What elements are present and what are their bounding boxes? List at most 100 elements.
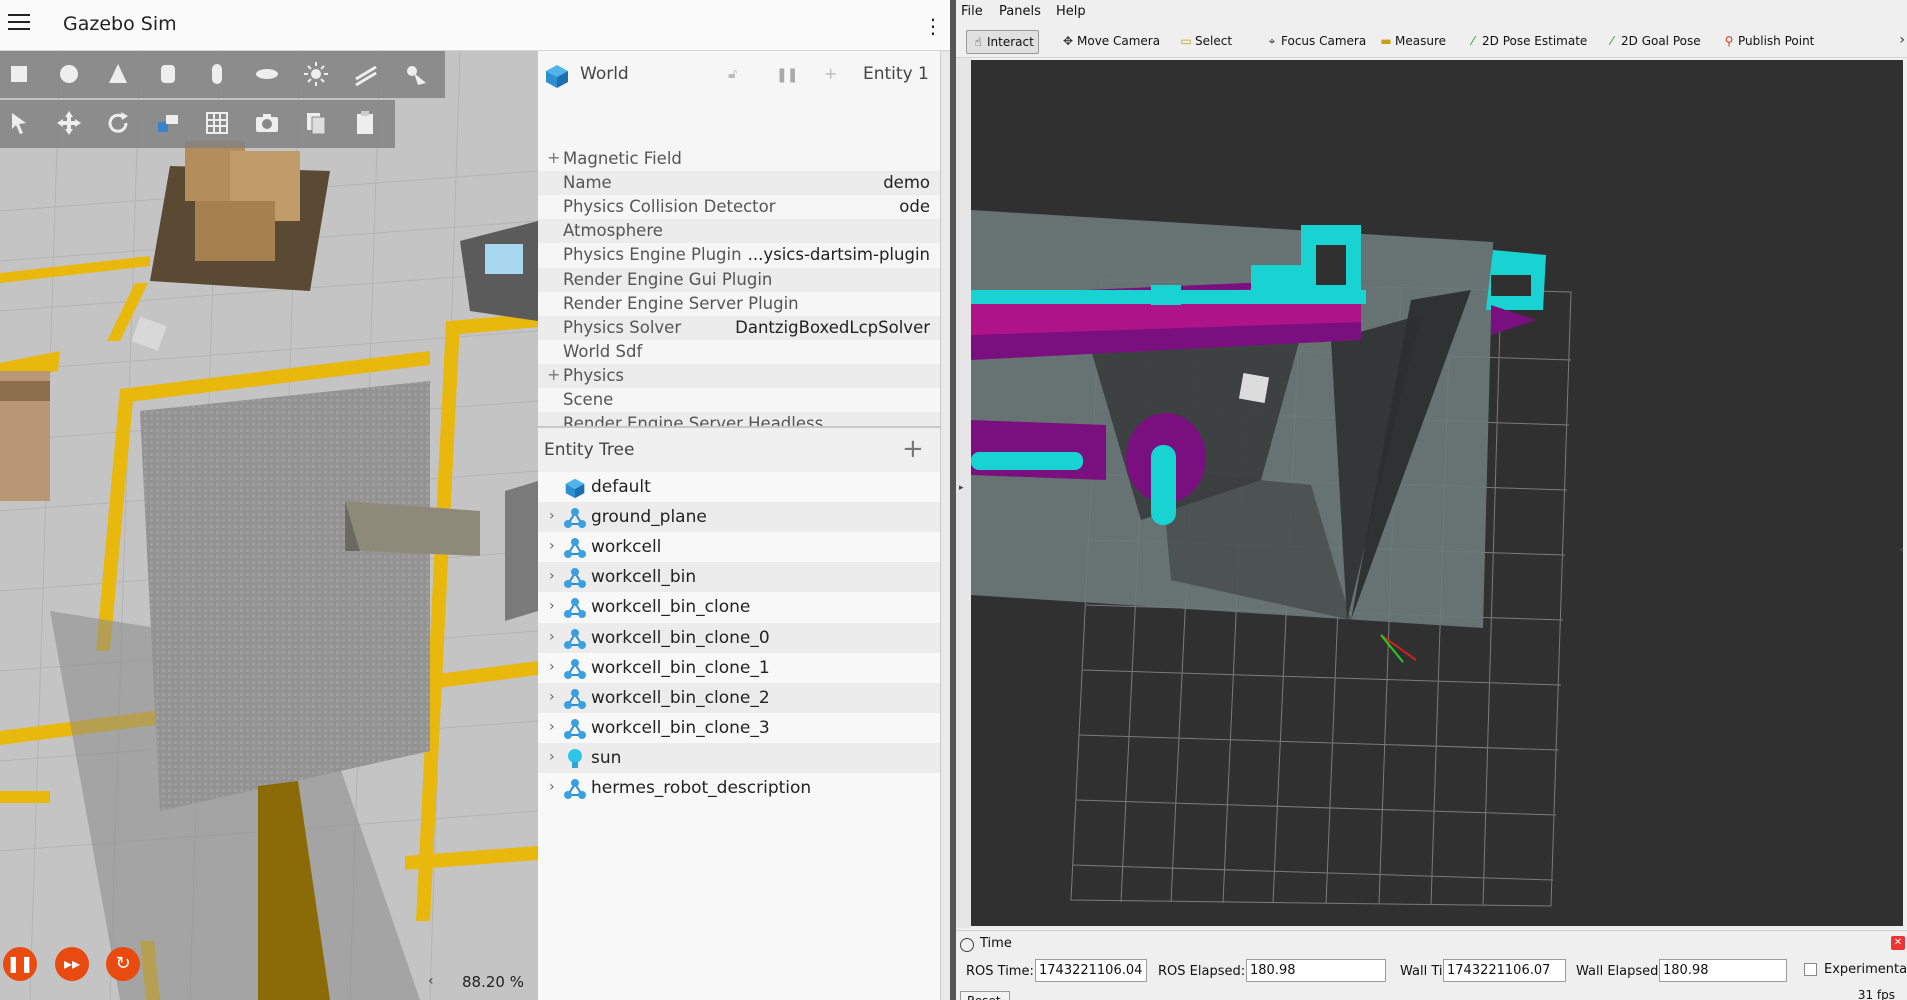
tool-focus-camera[interactable]: ⌖ Focus Camera xyxy=(1261,30,1370,54)
inspector-row: Render Engine Gui Plugin xyxy=(538,267,940,292)
box-icon[interactable] xyxy=(4,59,34,89)
spot-light-icon[interactable] xyxy=(400,59,430,89)
expand-right-icon[interactable]: ◂ xyxy=(1898,545,1903,555)
hamburger-menu-icon[interactable] xyxy=(8,14,30,34)
chevron-right-icon[interactable]: › xyxy=(549,538,555,554)
rviz-3d-view[interactable]: ◂ xyxy=(971,60,1903,926)
tool-measure[interactable]: ▬ Measure xyxy=(1375,30,1450,54)
component-key: Physics Solver xyxy=(563,317,682,337)
pause-button[interactable]: ❚❚ xyxy=(3,947,37,981)
rotate-icon[interactable] xyxy=(103,108,133,138)
time-panel-title: Time xyxy=(980,936,1012,951)
menu-file[interactable]: File xyxy=(961,4,983,19)
ros-time-label: ROS Time: xyxy=(966,964,1034,979)
tool-2d-pose-estimate[interactable]: ⁄ 2D Pose Estimate xyxy=(1462,30,1591,54)
entity-tree-item[interactable]: › workcell_bin_clone_3 xyxy=(538,713,940,743)
component-key: World Sdf xyxy=(563,341,643,361)
map-pin-icon: ⚲ xyxy=(1724,34,1734,48)
tool-2d-goal-pose[interactable]: ⁄ 2D Goal Pose xyxy=(1601,30,1705,54)
entity-tree-item[interactable]: › workcell_bin_clone xyxy=(538,592,940,622)
expand-left-icon[interactable]: ▸ xyxy=(959,483,964,493)
inspector-row: Physics Collision Detector ode xyxy=(538,195,940,219)
model-icon xyxy=(564,718,586,740)
add-entity-icon[interactable]: + xyxy=(902,434,924,464)
focus-camera-icon: ⌖ xyxy=(1268,34,1276,48)
inspector-row: Physics Engine Plugin ...ysics-dartsim-pl… xyxy=(538,243,940,267)
entity-tree-item[interactable]: › workcell_bin xyxy=(538,562,940,593)
tool-label: 2D Goal Pose xyxy=(1621,34,1701,48)
chevron-right-icon[interactable]: › xyxy=(549,689,555,705)
expand-icon[interactable]: + xyxy=(547,148,560,167)
chevron-right-icon[interactable]: › xyxy=(549,568,555,584)
screenshot-camera-icon[interactable] xyxy=(252,108,282,138)
select-box-icon: ▭ xyxy=(1180,34,1192,48)
reset-simulation-button[interactable]: ↻ xyxy=(106,947,140,981)
component-key: Name xyxy=(563,173,612,193)
sphere-icon[interactable] xyxy=(54,59,84,89)
tool-bar: ☝ Interact ✥ Move Camera ▭ Select ⌖ Focus Camer… xyxy=(956,24,1907,58)
pause-updates-icon[interactable]: ❚❚ xyxy=(776,67,798,85)
tool-move-camera[interactable]: ✥ Move Camera xyxy=(1057,30,1164,54)
entity-tree-item[interactable]: › hermes_robot_description xyxy=(538,773,940,803)
chevron-right-icon[interactable]: › xyxy=(549,659,555,675)
entity-tree-item[interactable]: › workcell xyxy=(538,532,940,562)
entity-tree-item[interactable]: › workcell_bin_clone_0 xyxy=(538,622,940,653)
gazebo-window: Gazebo Sim ⋮ ‹ 88.20 % ❚❚ ▸▸ ↻ World 🔓︎ … xyxy=(0,0,950,1000)
time-panel: Time ✕ ROS Time: ROS Elapsed: Wall Time:… xyxy=(956,930,1907,1000)
translate-icon[interactable] xyxy=(54,108,84,138)
entity-label: workcell_bin xyxy=(591,567,697,588)
chevron-right-icon[interactable]: › xyxy=(549,629,555,645)
wall-time-field[interactable] xyxy=(1443,959,1566,982)
cone-icon[interactable] xyxy=(103,59,133,89)
capsule-icon[interactable] xyxy=(202,59,232,89)
tool-label: Publish Point xyxy=(1738,34,1815,48)
component-key: Physics Engine Plugin xyxy=(563,245,742,265)
3d-scene-view[interactable]: ‹ 88.20 % ❚❚ ▸▸ ↻ xyxy=(0,51,538,1000)
tool-select[interactable]: ▭ Select xyxy=(1175,30,1236,54)
entity-tree-item[interactable]: › ground_plane xyxy=(538,502,940,533)
kebab-menu-icon[interactable]: ⋮ xyxy=(923,14,943,38)
entity-tree-item[interactable]: default xyxy=(538,472,940,502)
component-value: demo xyxy=(883,173,930,193)
ros-time-field[interactable] xyxy=(1035,959,1147,982)
model-icon xyxy=(564,778,586,800)
reset-button[interactable]: Reset xyxy=(960,991,1010,1000)
entity-tree-item[interactable]: › sun xyxy=(538,742,940,773)
expand-icon[interactable]: + xyxy=(547,365,560,384)
lock-icon[interactable]: 🔓︎ xyxy=(728,66,746,84)
inspector-row[interactable]: + Physics xyxy=(538,363,940,388)
move-camera-icon: ✥ xyxy=(1062,34,1074,48)
step-forward-button[interactable]: ▸▸ xyxy=(55,947,89,981)
scale-icon[interactable] xyxy=(153,108,183,138)
menu-help[interactable]: Help xyxy=(1056,4,1086,19)
chevron-right-icon[interactable]: › xyxy=(549,749,555,765)
sun-light-icon[interactable] xyxy=(301,59,331,89)
ros-elapsed-field[interactable] xyxy=(1246,959,1386,982)
inspector-header: World 🔓︎ ❚❚ + Entity 1 xyxy=(538,51,940,99)
add-component-icon[interactable]: + xyxy=(824,64,840,83)
grid-snap-icon[interactable] xyxy=(202,108,232,138)
entity-tree-item[interactable]: › workcell_bin_clone_1 xyxy=(538,653,940,683)
select-arrow-icon[interactable] xyxy=(4,108,34,138)
entity-label: default xyxy=(591,477,651,497)
paste-icon[interactable] xyxy=(351,108,381,138)
cylinder-icon[interactable] xyxy=(153,59,183,89)
chevron-right-icon[interactable]: › xyxy=(549,598,555,614)
directional-light-icon[interactable] xyxy=(351,59,381,89)
inspector-row[interactable]: + Magnetic Field xyxy=(538,147,940,171)
tool-interact[interactable]: ☝ Interact xyxy=(966,30,1039,54)
chevron-right-icon[interactable]: › xyxy=(549,508,555,524)
chevron-right-icon[interactable]: › xyxy=(549,779,555,795)
wall-elapsed-field[interactable] xyxy=(1659,959,1787,982)
tool-publish-point[interactable]: ⚲ Publish Point xyxy=(1718,30,1818,54)
ellipsoid-icon[interactable] xyxy=(252,59,282,89)
copy-icon[interactable] xyxy=(301,108,331,138)
entity-tree-item[interactable]: › workcell_bin_clone_2 xyxy=(538,682,940,713)
close-icon[interactable]: ✕ xyxy=(1891,936,1905,950)
component-key: Scene xyxy=(563,390,614,409)
chevron-right-icon[interactable]: › xyxy=(549,719,555,735)
menu-panels[interactable]: Panels xyxy=(999,4,1041,19)
toolbar-overflow-icon[interactable]: › xyxy=(1899,32,1905,48)
zoom-decrease-icon[interactable]: ‹ xyxy=(428,973,434,989)
experimental-checkbox[interactable] xyxy=(1804,963,1817,976)
